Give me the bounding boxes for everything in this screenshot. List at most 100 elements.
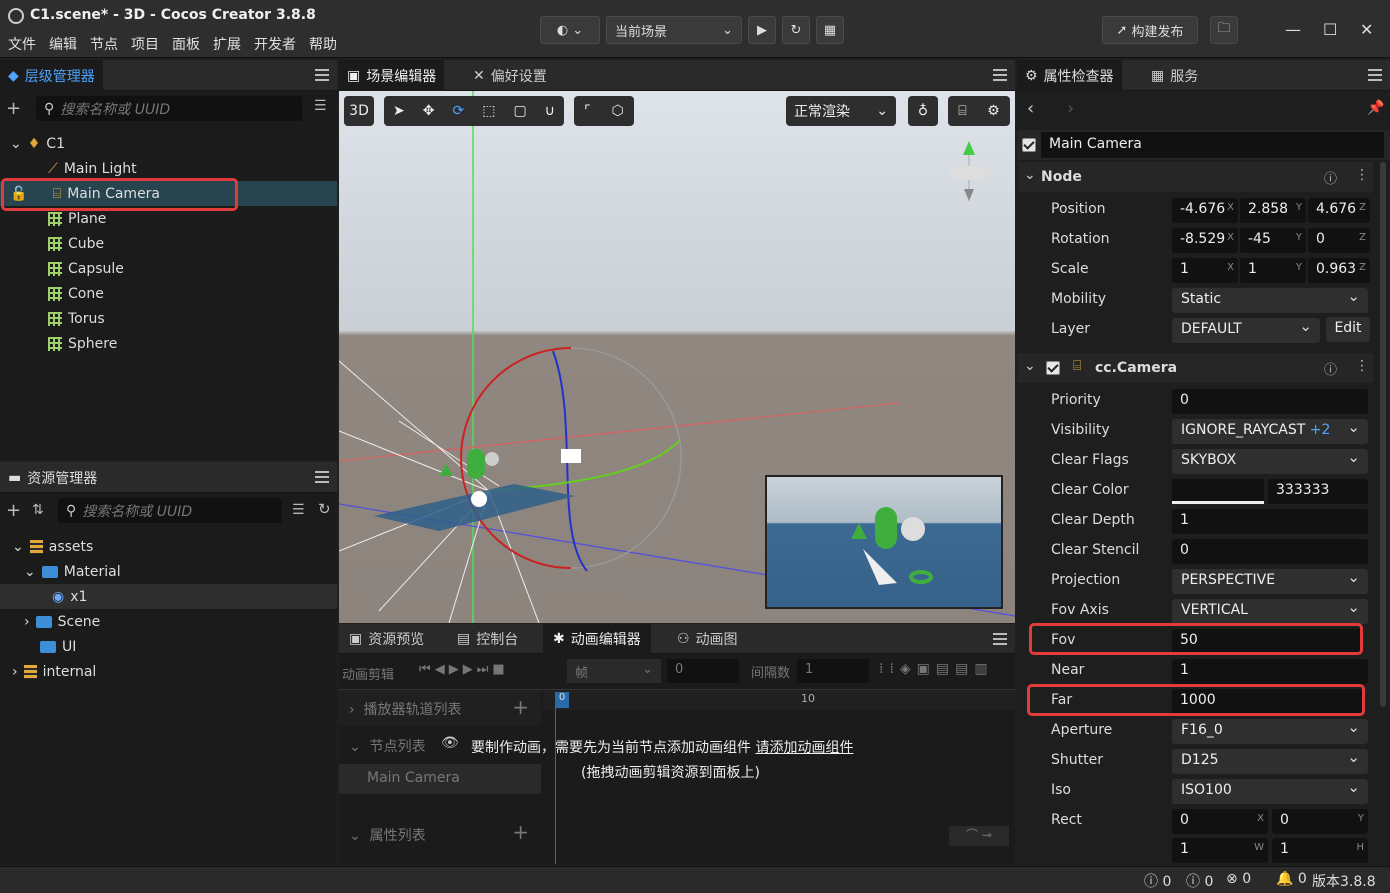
playhead[interactable]: 0 <box>555 692 569 708</box>
menu-help[interactable]: 帮助 <box>309 34 337 54</box>
tab-assets[interactable]: ▬ 资源管理器 <box>0 462 105 493</box>
select-tool-icon[interactable]: ➤ <box>393 103 405 119</box>
timeline-ruler[interactable]: 0 10 <box>543 690 1015 710</box>
tab-hierarchy[interactable]: ◆ 层级管理器 <box>0 60 103 91</box>
refresh-button[interactable]: ↻ <box>782 16 810 44</box>
more-icon[interactable]: ⋮ <box>1355 358 1369 374</box>
error-count[interactable]: ⊗ 0 <box>1226 871 1251 887</box>
help-icon[interactable]: ⓘ <box>1324 168 1337 187</box>
tree-item-sphere[interactable]: Sphere <box>48 332 117 356</box>
tab-animation-graph[interactable]: ⚇ 动画图 <box>667 624 748 654</box>
scale-y-input[interactable]: 1Y <box>1240 258 1306 283</box>
rect-tool-icon[interactable]: ▢ <box>513 103 526 119</box>
position-x-input[interactable]: -4.676 X <box>1172 198 1238 223</box>
fov-axis-select[interactable]: VERTICAL <box>1172 598 1368 624</box>
menu-panel[interactable]: 面板 <box>172 34 200 54</box>
shutter-select[interactable]: D125 <box>1172 748 1368 774</box>
rotate-tool-icon[interactable]: ⟳ <box>452 103 464 119</box>
interval-input[interactable]: 1 <box>797 659 869 683</box>
notification-count[interactable]: 🔔 0 <box>1276 871 1307 887</box>
scene-viewport[interactable] <box>339 91 1015 623</box>
assets-search-input[interactable]: ⚲ 搜索名称或 UUID <box>58 498 282 523</box>
tree-item-x1[interactable]: ◉ x1 <box>52 585 87 609</box>
build-button[interactable]: ➚ 构建发布 <box>1102 16 1198 44</box>
tree-root[interactable]: ⌄ ♦ C1 <box>10 132 65 156</box>
clear-depth-input[interactable]: 1 <box>1172 509 1368 534</box>
clear-color-hex-input[interactable]: 333333 <box>1268 479 1368 504</box>
tab-asset-preview[interactable]: ▣ 资源预览 <box>339 624 434 654</box>
menu-icon[interactable] <box>315 471 329 483</box>
add-animation-link[interactable]: 请添加动画组件 <box>755 740 853 756</box>
tab-console[interactable]: ▤ 控制台 <box>447 624 528 654</box>
pivot-icon[interactable]: ⌜ <box>584 103 591 119</box>
visibility-select[interactable]: IGNORE_RAYCAST +2 <box>1172 418 1368 444</box>
priority-input[interactable]: 0 <box>1172 389 1368 414</box>
near-input[interactable]: 1 <box>1172 659 1368 684</box>
refresh-icon[interactable]: ↻ <box>318 500 331 518</box>
mobility-select[interactable]: Static <box>1172 287 1368 313</box>
camera-enabled-checkbox[interactable] <box>1046 361 1060 375</box>
tab-services[interactable]: ▦ 服务 <box>1143 60 1206 91</box>
sort-icon[interactable]: ☰ <box>314 98 327 114</box>
open-folder-button[interactable]: 🗀 <box>1210 16 1238 44</box>
tab-scene-editor[interactable]: ▣ 场景编辑器 <box>339 60 445 91</box>
node-item[interactable]: Main Camera <box>339 764 541 794</box>
anim-tool-icons[interactable]: ⁞⁞◈▣▤▤▥ <box>879 661 994 677</box>
position-y-input[interactable]: 2.858 Y <box>1240 198 1306 223</box>
tree-item-scene[interactable]: › Scene <box>24 610 100 634</box>
iso-select[interactable]: ISO100 <box>1172 778 1368 804</box>
tree-item-capsule[interactable]: Capsule <box>48 257 124 281</box>
add-asset-button[interactable]: + <box>6 500 21 521</box>
move-tool-icon[interactable]: ✥ <box>423 103 435 119</box>
forward-button[interactable]: › <box>1067 98 1074 119</box>
menu-icon[interactable] <box>993 633 1007 645</box>
scale-tool-icon[interactable]: ⬚ <box>482 103 495 119</box>
close-button[interactable]: ✕ <box>1360 20 1373 39</box>
frame-unit-select[interactable]: 帧 ⌄ <box>567 659 661 683</box>
light-toggle-button[interactable]: ♁ <box>908 96 938 126</box>
menu-extension[interactable]: 扩展 <box>213 34 241 54</box>
scene-select[interactable]: 当前场景 ⌄ <box>606 16 742 44</box>
menu-node[interactable]: 节点 <box>90 34 118 54</box>
menu-edit[interactable]: 编辑 <box>49 34 77 54</box>
platform-select[interactable]: ◐ ⌄ <box>540 16 600 44</box>
hierarchy-search-input[interactable]: ⚲ 搜索名称或 UUID <box>36 96 302 121</box>
position-z-input[interactable]: 4.676 Z <box>1308 198 1370 223</box>
rotation-z-input[interactable]: 0Z <box>1308 228 1370 253</box>
menu-icon[interactable] <box>315 69 329 81</box>
info-count[interactable]: ⓘ 0 <box>1144 871 1171 891</box>
clear-color-swatch[interactable] <box>1172 479 1264 504</box>
tree-item-assets[interactable]: ⌄ assets <box>12 535 93 559</box>
tree-item-torus[interactable]: Torus <box>48 307 105 331</box>
tree-item-material[interactable]: ⌄ Material <box>24 560 121 584</box>
rect-y-input[interactable]: 0Y <box>1272 809 1368 834</box>
play-button[interactable]: ▶ <box>748 16 776 44</box>
render-mode-select[interactable]: 正常渲染 ⌄ <box>786 96 896 126</box>
warning-count[interactable]: ⓘ 0 <box>1186 871 1213 891</box>
prop-list-row[interactable]: ⌄ 属性列表 + <box>339 820 541 850</box>
menu-developer[interactable]: 开发者 <box>254 34 296 54</box>
tree-item-cube[interactable]: Cube <box>48 232 104 256</box>
layer-edit-button[interactable]: Edit <box>1326 317 1370 342</box>
projection-select[interactable]: PERSPECTIVE <box>1172 568 1368 594</box>
aperture-select[interactable]: F16_0 <box>1172 718 1368 744</box>
clear-flags-select[interactable]: SKYBOX <box>1172 448 1368 474</box>
tree-item-ui[interactable]: UI <box>40 635 76 659</box>
frame-input[interactable]: 0 <box>667 659 739 683</box>
add-node-button[interactable]: + <box>6 98 21 119</box>
tab-animation-editor[interactable]: ✱ 动画编辑器 <box>543 624 651 654</box>
scale-z-input[interactable]: 0.963 Z <box>1308 258 1370 283</box>
scale-x-input[interactable]: 1X <box>1172 258 1238 283</box>
eye-icon[interactable]: 👁 <box>441 735 459 751</box>
tab-preferences[interactable]: ✕ 偏好设置 <box>465 60 555 91</box>
playback-controls[interactable]: ⏮◀▶▶⏭■ <box>419 662 509 677</box>
gear-icon[interactable]: ⚙ <box>987 103 1000 119</box>
clear-stencil-input[interactable]: 0 <box>1172 539 1368 564</box>
rotation-y-input[interactable]: -45 Y <box>1240 228 1306 253</box>
add-prop-button[interactable]: + <box>512 820 529 844</box>
snap-tool-icon[interactable]: ∪ <box>545 103 555 119</box>
sort-icon[interactable]: ⇅ <box>32 502 44 518</box>
rect-h-input[interactable]: 1H <box>1272 838 1368 863</box>
back-button[interactable]: ‹ <box>1027 98 1034 119</box>
tab-inspector[interactable]: ⚙ 属性检查器 <box>1017 60 1122 91</box>
